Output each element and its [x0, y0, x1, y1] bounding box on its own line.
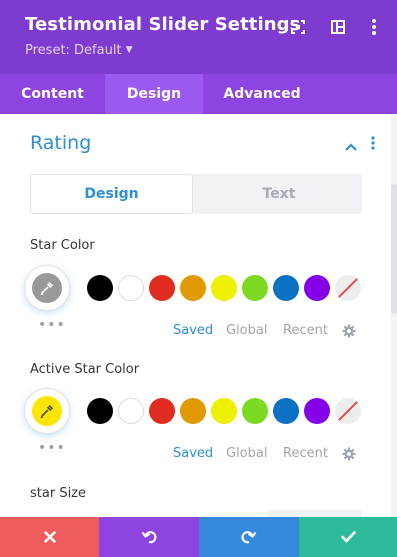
eyedropper-icon: [40, 404, 54, 418]
palette-tab-saved[interactable]: Saved: [173, 323, 213, 338]
swatch-purple[interactable]: [304, 398, 330, 424]
modal-header: Testimonial Slider Settings Preset: Defa…: [0, 0, 397, 74]
subtab-text[interactable]: Text: [196, 174, 362, 214]
active-star-color-more[interactable]: •••: [38, 440, 66, 456]
swatch-yellow[interactable]: [211, 275, 237, 301]
star-color-current: [32, 273, 62, 303]
swatch-blue[interactable]: [273, 275, 299, 301]
tab-design[interactable]: Design: [105, 74, 203, 114]
section-title: Rating: [30, 132, 92, 154]
settings-panel: Rating Design Text Star Color ••• Saved …: [0, 114, 397, 517]
star-size-label: star Size: [30, 486, 86, 501]
redo-button[interactable]: [199, 517, 299, 557]
active-star-color-label: Active Star Color: [30, 362, 140, 377]
modal-footer: [0, 517, 397, 557]
palette-tab-saved[interactable]: Saved: [173, 446, 213, 461]
section-more-icon[interactable]: [371, 135, 375, 154]
focus-icon[interactable]: [288, 17, 308, 37]
swatch-red[interactable]: [149, 275, 175, 301]
swatch-black[interactable]: [87, 398, 113, 424]
swatch-green[interactable]: [242, 275, 268, 301]
palette-tab-recent[interactable]: Recent: [283, 323, 328, 338]
split-view-icon[interactable]: [328, 17, 348, 37]
undo-icon: [141, 531, 157, 544]
subtab-design[interactable]: Design: [30, 174, 193, 214]
palette-tab-global[interactable]: Global: [226, 323, 267, 338]
swatch-yellow[interactable]: [211, 398, 237, 424]
swatch-none[interactable]: [335, 275, 361, 301]
active-star-color-current: [32, 396, 62, 426]
check-icon: [340, 531, 356, 543]
star-color-label: Star Color: [30, 238, 95, 253]
rating-subtabs: Design Text: [30, 174, 362, 214]
close-icon: [43, 531, 56, 543]
tab-content[interactable]: Content: [0, 74, 105, 114]
discard-button[interactable]: [0, 517, 99, 557]
eyedropper-icon: [40, 281, 54, 295]
active-star-color-picker[interactable]: [25, 389, 69, 433]
caret-down-icon: ▼: [125, 45, 133, 55]
gear-icon[interactable]: [342, 323, 356, 342]
star-size-input[interactable]: [268, 510, 362, 517]
star-color-more[interactable]: •••: [38, 317, 66, 333]
swatch-purple[interactable]: [304, 275, 330, 301]
settings-tabs: Content Design Advanced: [0, 74, 397, 114]
tab-advanced[interactable]: Advanced: [203, 74, 321, 114]
swatch-green[interactable]: [242, 398, 268, 424]
swatch-blue[interactable]: [273, 398, 299, 424]
swatch-white[interactable]: [118, 275, 144, 301]
swatch-black[interactable]: [87, 275, 113, 301]
scrollbar-track[interactable]: [391, 114, 397, 517]
swatch-white[interactable]: [118, 398, 144, 424]
swatch-red[interactable]: [149, 398, 175, 424]
palette-tab-global[interactable]: Global: [226, 446, 267, 461]
preset-selector[interactable]: Preset: Default ▼: [25, 43, 132, 58]
swatch-orange[interactable]: [180, 275, 206, 301]
palette-tab-recent[interactable]: Recent: [283, 446, 328, 461]
swatch-orange[interactable]: [180, 398, 206, 424]
star-color-picker[interactable]: [25, 266, 69, 310]
redo-icon: [241, 531, 257, 544]
scrollbar-thumb[interactable]: [391, 184, 397, 314]
undo-button[interactable]: [99, 517, 199, 557]
chevron-up-icon[interactable]: [345, 136, 357, 155]
more-vertical-icon[interactable]: [364, 17, 384, 37]
preset-label: Preset: Default: [25, 43, 122, 58]
swatch-none[interactable]: [335, 398, 361, 424]
gear-icon[interactable]: [342, 446, 356, 465]
save-button[interactable]: [299, 517, 397, 557]
modal-title: Testimonial Slider Settings: [25, 14, 301, 35]
